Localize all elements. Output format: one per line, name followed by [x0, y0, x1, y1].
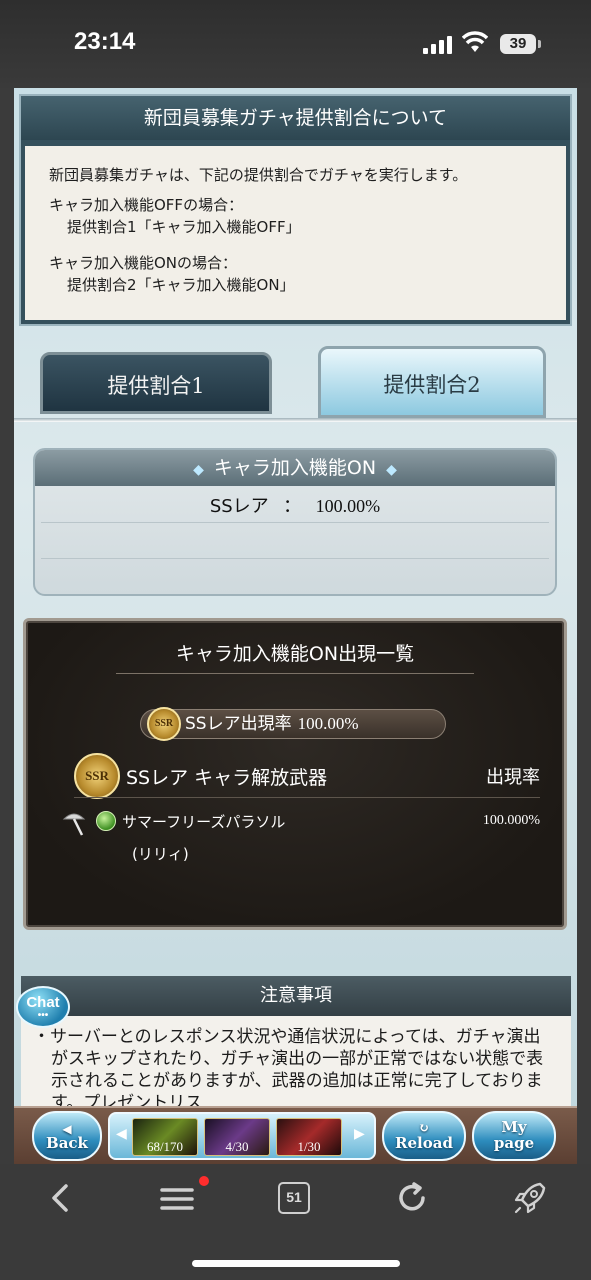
divider — [116, 673, 474, 674]
battery-icon: 39 — [500, 34, 541, 54]
notes-body: ・サーバーとのレスポンス状況や通信状況によっては、ガチャ演出がスキップされたり、… — [21, 1016, 571, 1106]
item-rate: 100.000% — [482, 813, 540, 828]
info-off-rate: 提供割合1「キャラ加入機能OFF」 — [67, 218, 301, 236]
menu-icon[interactable] — [158, 1178, 198, 1218]
rate-summary-value: 100.00% — [315, 496, 381, 516]
wifi-icon — [462, 31, 488, 52]
info-off-case: キャラ加入機能OFFの場合： — [49, 196, 244, 214]
status-bar: 23:14 39 — [0, 0, 591, 88]
refresh-icon[interactable] — [392, 1178, 432, 1218]
tab-rate-2[interactable]: 提供割合2 — [318, 346, 546, 418]
diamond-icon: ◆ — [193, 462, 204, 478]
list-title: キャラ加入機能ON出現一覧 — [175, 643, 415, 665]
category-label: SSレア キャラ解放武器 — [126, 767, 328, 789]
item-name: サマーフリーズパラソル — [122, 813, 286, 831]
info-panel: 新団員募集ガチャ提供割合について 新団員募集ガチャは、下記の提供割合でガチャを実… — [19, 94, 572, 326]
chat-dots-icon: ••• — [37, 1010, 49, 1021]
quest-slot-1[interactable]: 68/170 — [132, 1118, 198, 1156]
signal-icon — [423, 34, 453, 54]
chat-button[interactable]: Chat ••• — [16, 986, 70, 1028]
quest-slot-3[interactable]: 1/30 — [276, 1118, 342, 1156]
ssr-badge-icon: SSR — [147, 707, 181, 741]
rate-summary-line: SSレア ： 100.00% — [209, 496, 381, 517]
notes-title: 注意事項 — [21, 976, 571, 1016]
diamond-icon: ◆ — [386, 462, 397, 478]
rate-tabs: 提供割合1 提供割合2 — [14, 346, 577, 426]
appearance-list-panel: キャラ加入機能ON出現一覧 SSR SSレア出現率 100.00% SSR SSレ… — [23, 618, 567, 930]
tab-divider — [14, 418, 577, 422]
mypage-button[interactable]: My page — [472, 1111, 556, 1161]
divider — [41, 558, 549, 559]
game-nav-bar: ◀ Back ◀ 68/170 4/30 1/30 ▶ ↻ Reload My … — [14, 1106, 577, 1164]
chevron-right-icon[interactable]: ▶ — [354, 1126, 365, 1142]
info-on-case: キャラ加入機能ONの場合： — [49, 254, 238, 272]
tabs-count-button[interactable]: 51 — [278, 1182, 310, 1214]
umbrella-weapon-icon — [62, 813, 86, 836]
browser-toolbar: 51 — [0, 1164, 591, 1280]
info-title: 新団員募集ガチャ提供割合について — [21, 96, 570, 140]
status-time: 23:14 — [74, 28, 136, 55]
reload-button[interactable]: ↻ Reload — [382, 1111, 466, 1161]
ssr-category-icon: SSR — [74, 753, 120, 799]
back-button[interactable]: ◀ Back — [32, 1111, 102, 1161]
ssr-rate-pill: SSR SSレア出現率 100.00% — [140, 707, 446, 741]
list-item: サマーフリーズパラソル (リリィ) 100.000% — [60, 807, 540, 863]
rocket-icon[interactable] — [510, 1178, 550, 1218]
quest-shortcuts: ◀ 68/170 4/30 1/30 ▶ — [108, 1112, 376, 1160]
wind-element-icon — [96, 811, 116, 831]
rate-summary-box: ◆ キャラ加入機能ON ◆ SSレア ： 100.00% — [33, 448, 557, 596]
item-character: (リリィ) — [132, 845, 189, 863]
rate-column-header: 出現率 — [486, 767, 540, 788]
back-chevron-icon[interactable] — [40, 1178, 80, 1218]
home-indicator[interactable] — [192, 1260, 400, 1267]
divider — [74, 797, 540, 798]
game-area: 新団員募集ガチャ提供割合について 新団員募集ガチャは、下記の提供割合でガチャを実… — [14, 88, 577, 1106]
tab-rate-1[interactable]: 提供割合1 — [40, 352, 272, 414]
info-on-rate: 提供割合2「キャラ加入機能ON」 — [67, 276, 295, 294]
quest-slot-2[interactable]: 4/30 — [204, 1118, 270, 1156]
chevron-left-icon[interactable]: ◀ — [116, 1126, 127, 1142]
info-body: 新団員募集ガチャは、下記の提供割合でガチャを実行します。 キャラ加入機能OFFの… — [25, 146, 566, 320]
info-intro: 新団員募集ガチャは、下記の提供割合でガチャを実行します。 — [49, 166, 468, 184]
rate-summary-header: ◆ キャラ加入機能ON ◆ — [35, 450, 555, 486]
divider — [41, 522, 549, 523]
notification-dot — [199, 1176, 209, 1186]
